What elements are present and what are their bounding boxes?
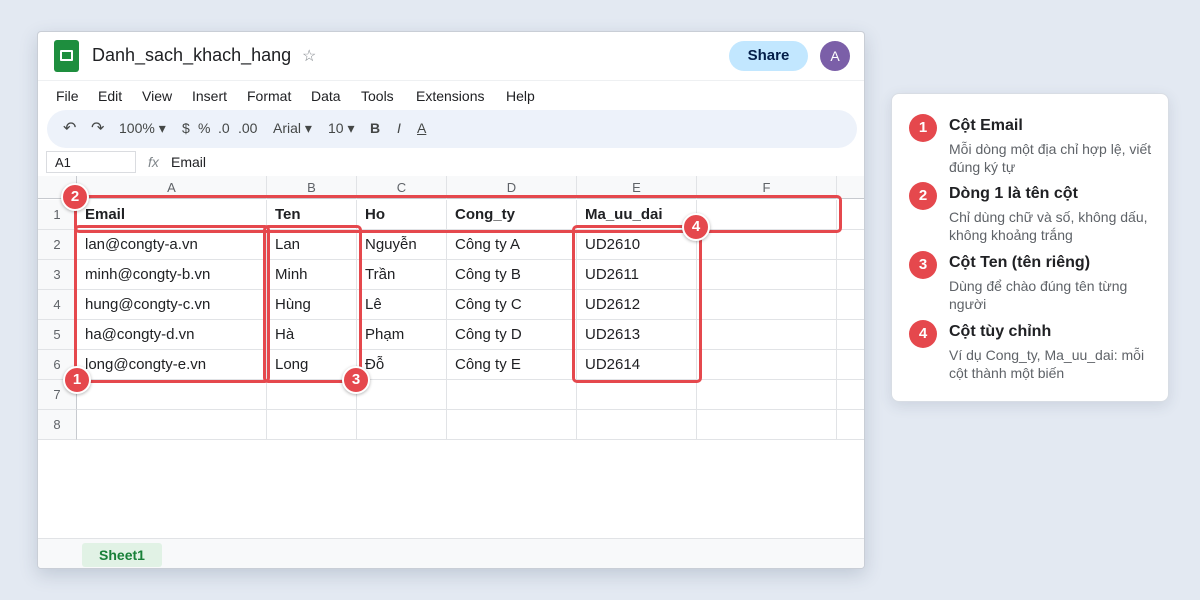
legend-description: Chỉ dùng chữ và số, không dấu, không kho… — [949, 209, 1148, 243]
marker-3: 3 — [342, 366, 370, 394]
legend-title: Dòng 1 là tên cột — [949, 185, 1078, 202]
sheet-tab-sheet1[interactable]: Sheet1 — [82, 543, 162, 567]
cell[interactable] — [77, 380, 267, 410]
undo-icon[interactable]: ↶ — [63, 118, 76, 138]
cell[interactable]: Công ty B — [447, 260, 577, 290]
cell[interactable] — [837, 230, 864, 260]
cell[interactable] — [577, 380, 697, 410]
cell[interactable] — [697, 320, 837, 350]
menu-view[interactable]: View — [142, 88, 172, 104]
toolbar: ↶ ↷ 100% ▾ $ % .0 .00 Arial ▾ 10 ▾ B I A — [47, 110, 857, 148]
legend-number: 4 — [909, 320, 937, 348]
cell[interactable] — [697, 260, 837, 290]
cell[interactable] — [357, 410, 447, 440]
row-header[interactable]: 5 — [38, 320, 77, 350]
sheet-tab-bar: Sheet1 — [38, 538, 864, 568]
row-header[interactable]: 3 — [38, 260, 77, 290]
legend-description: Mỗi dòng một địa chỉ hợp lệ, viết đúng k… — [949, 141, 1152, 175]
decrease-decimal-button[interactable]: .0 — [218, 120, 230, 136]
legend-title: Cột Ten (tên riêng) — [949, 254, 1091, 271]
font-size-select[interactable]: 10 ▾ — [328, 120, 355, 137]
legend-description: Dùng để chào đúng tên từng người — [949, 278, 1128, 312]
cell[interactable] — [837, 350, 864, 380]
formula-input[interactable]: Email — [171, 154, 206, 170]
cell[interactable] — [837, 320, 864, 350]
cell[interactable]: Công ty A — [447, 230, 577, 260]
cell[interactable] — [77, 410, 267, 440]
cell[interactable]: Công ty E — [447, 350, 577, 380]
cell[interactable]: Trần — [357, 260, 447, 290]
cell[interactable] — [837, 410, 864, 440]
zoom-select[interactable]: 100% ▾ — [119, 120, 166, 137]
cell[interactable] — [837, 290, 864, 320]
cell[interactable] — [267, 410, 357, 440]
cell[interactable]: Công ty D — [447, 320, 577, 350]
avatar[interactable]: A — [820, 41, 850, 71]
highlight-custom-column — [572, 225, 702, 383]
fx-icon: fx — [148, 154, 159, 170]
cell[interactable]: Lê — [357, 290, 447, 320]
legend-title: Cột Email — [949, 117, 1023, 134]
menu-insert[interactable]: Insert — [192, 88, 227, 104]
font-family-select[interactable]: Arial ▾ — [273, 120, 312, 137]
cell[interactable] — [697, 350, 837, 380]
highlight-ten-column — [263, 225, 362, 383]
cell[interactable]: Đỗ — [357, 350, 447, 380]
cell[interactable] — [837, 260, 864, 290]
title-bar: Danh_sach_khach_hang ☆ Share A — [38, 32, 864, 80]
redo-icon[interactable]: ↷ — [91, 118, 104, 138]
row-header[interactable]: 8 — [38, 410, 77, 440]
cell[interactable] — [837, 380, 864, 410]
legend-title: Cột tùy chỉnh — [949, 323, 1052, 340]
menu-data[interactable]: Data — [311, 88, 341, 104]
star-icon[interactable]: ☆ — [302, 46, 316, 66]
sheets-logo-icon[interactable] — [54, 40, 79, 72]
menu-help[interactable]: Help — [506, 88, 535, 104]
cell[interactable] — [447, 380, 577, 410]
menu-format[interactable]: Format — [247, 88, 291, 104]
legend-number: 2 — [909, 182, 937, 210]
italic-button[interactable]: I — [397, 120, 401, 136]
cell[interactable] — [697, 230, 837, 260]
menu-file[interactable]: File — [56, 88, 79, 104]
column-header-overflow — [837, 176, 864, 199]
row-header[interactable]: 4 — [38, 290, 77, 320]
document-title[interactable]: Danh_sach_khach_hang — [92, 45, 291, 66]
cell[interactable] — [697, 380, 837, 410]
currency-format-button[interactable]: $ — [182, 120, 190, 136]
cell[interactable] — [357, 380, 447, 410]
increase-decimal-button[interactable]: .00 — [238, 120, 257, 136]
text-color-button[interactable]: A — [417, 120, 426, 136]
legend-number: 1 — [909, 114, 937, 142]
percent-format-button[interactable]: % — [198, 120, 210, 136]
legend-description: Ví dụ Cong_ty, Ma_uu_dai: mỗi cột thành … — [949, 347, 1145, 381]
cell[interactable] — [697, 290, 837, 320]
menu-bar: File Edit View Insert Format Data Tools … — [38, 80, 864, 110]
cell[interactable] — [577, 410, 697, 440]
menu-edit[interactable]: Edit — [98, 88, 122, 104]
highlight-email-column — [74, 225, 270, 383]
formula-bar: A1 fx Email — [38, 151, 864, 177]
bold-button[interactable]: B — [370, 120, 380, 136]
marker-1: 1 — [63, 366, 91, 394]
menu-extensions[interactable]: Extensions — [416, 88, 484, 104]
row-header[interactable]: 2 — [38, 230, 77, 260]
legend-panel: 1 Cột Email Mỗi dòng một địa chỉ hợp lệ,… — [891, 93, 1169, 402]
marker-2: 2 — [61, 183, 89, 211]
cell[interactable]: Công ty C — [447, 290, 577, 320]
cell[interactable] — [697, 410, 837, 440]
cell[interactable] — [447, 410, 577, 440]
legend-number: 3 — [909, 251, 937, 279]
menu-tools[interactable]: Tools — [361, 88, 394, 104]
cell[interactable]: Nguyễn — [357, 230, 447, 260]
marker-4: 4 — [682, 213, 710, 241]
cell[interactable]: Phạm — [357, 320, 447, 350]
share-button[interactable]: Share — [729, 41, 808, 71]
name-box[interactable]: A1 — [46, 151, 136, 173]
